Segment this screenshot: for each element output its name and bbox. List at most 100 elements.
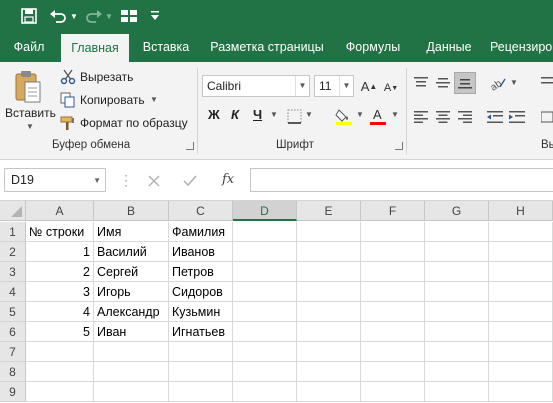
- paste-label[interactable]: Вставить: [5, 106, 56, 120]
- cell-h3[interactable]: [489, 262, 553, 282]
- row-header[interactable]: 5: [0, 302, 26, 322]
- cancel-icon[interactable]: [144, 172, 164, 190]
- cell-c3[interactable]: Петров: [169, 262, 233, 282]
- align-left-icon[interactable]: [412, 108, 430, 126]
- align-right-icon[interactable]: [456, 108, 474, 126]
- cell-e2[interactable]: [297, 242, 361, 262]
- font-color-icon[interactable]: A: [368, 106, 388, 126]
- cut-icon[interactable]: [60, 69, 76, 85]
- cell-b2[interactable]: Василий: [94, 242, 169, 262]
- cell-d7[interactable]: [233, 342, 297, 362]
- cell-a2[interactable]: 1: [26, 242, 94, 262]
- underline-button[interactable]: Ч: [253, 107, 262, 122]
- cell-d6[interactable]: [233, 322, 297, 342]
- cell-f2[interactable]: [361, 242, 425, 262]
- decrease-indent-icon[interactable]: [486, 108, 504, 126]
- cell-a1[interactable]: № строки: [26, 222, 94, 242]
- cell-e1[interactable]: [297, 222, 361, 242]
- cell-a3[interactable]: 2: [26, 262, 94, 282]
- cell-a9[interactable]: [26, 382, 94, 402]
- cell-d5[interactable]: [233, 302, 297, 322]
- cell-h1[interactable]: [489, 222, 553, 242]
- column-header-e[interactable]: E: [297, 201, 361, 221]
- cell-b7[interactable]: [94, 342, 169, 362]
- row-header[interactable]: 9: [0, 382, 26, 402]
- font-color-dropdown-icon[interactable]: ▼: [391, 110, 399, 119]
- orientation-icon[interactable]: ab: [486, 74, 508, 92]
- column-header-a[interactable]: A: [26, 201, 94, 221]
- underline-dropdown-icon[interactable]: ▼: [270, 110, 278, 119]
- borders-dropdown-icon[interactable]: ▼: [305, 110, 313, 119]
- cell-b6[interactable]: Иван: [94, 322, 169, 342]
- cell-c8[interactable]: [169, 362, 233, 382]
- column-header-f[interactable]: F: [361, 201, 425, 221]
- cell-a6[interactable]: 5: [26, 322, 94, 342]
- cell-d3[interactable]: [233, 262, 297, 282]
- paste-icon[interactable]: [10, 68, 46, 106]
- cell-b4[interactable]: Игорь: [94, 282, 169, 302]
- increase-font-icon[interactable]: A ▲: [360, 76, 378, 96]
- align-middle-icon[interactable]: [434, 74, 452, 92]
- row-header[interactable]: 1: [0, 222, 26, 242]
- row-header[interactable]: 8: [0, 362, 26, 382]
- row-header[interactable]: 3: [0, 262, 26, 282]
- fill-color-icon[interactable]: [334, 106, 354, 126]
- cell-f5[interactable]: [361, 302, 425, 322]
- cell-c5[interactable]: Кузьмин: [169, 302, 233, 322]
- cell-f4[interactable]: [361, 282, 425, 302]
- decrease-font-icon[interactable]: A ▼: [382, 78, 400, 98]
- cell-h2[interactable]: [489, 242, 553, 262]
- cell-c6[interactable]: Игнатьев: [169, 322, 233, 342]
- italic-button[interactable]: К: [231, 107, 239, 122]
- tab-data[interactable]: Данные: [420, 33, 478, 62]
- column-header-g[interactable]: G: [425, 201, 489, 221]
- row-header[interactable]: 6: [0, 322, 26, 342]
- align-center-icon[interactable]: [434, 108, 452, 126]
- cell-g2[interactable]: [425, 242, 489, 262]
- tab-page-layout[interactable]: Разметка страницы: [206, 33, 328, 62]
- bold-button[interactable]: Ж: [208, 107, 220, 122]
- tab-review[interactable]: Рецензиро: [490, 33, 553, 62]
- insert-function-button[interactable]: fx: [222, 172, 234, 187]
- cell-e4[interactable]: [297, 282, 361, 302]
- undo-icon[interactable]: [48, 6, 68, 26]
- cell-b1[interactable]: Имя: [94, 222, 169, 242]
- copy-label[interactable]: Копировать: [80, 93, 145, 107]
- cell-a7[interactable]: [26, 342, 94, 362]
- wrap-text-icon[interactable]: [540, 74, 553, 92]
- splitter-icon[interactable]: ⋮: [119, 172, 133, 188]
- cell-f9[interactable]: [361, 382, 425, 402]
- formula-input[interactable]: [250, 168, 553, 192]
- cell-e7[interactable]: [297, 342, 361, 362]
- column-header-h[interactable]: H: [489, 201, 553, 221]
- cell-a8[interactable]: [26, 362, 94, 382]
- tab-insert[interactable]: Вставка: [137, 33, 195, 62]
- cell-d2[interactable]: [233, 242, 297, 262]
- row-header[interactable]: 2: [0, 242, 26, 262]
- cell-c7[interactable]: [169, 342, 233, 362]
- cell-h9[interactable]: [489, 382, 553, 402]
- undo-dropdown-icon[interactable]: ▼: [69, 6, 79, 26]
- cell-a5[interactable]: 4: [26, 302, 94, 322]
- column-header-c[interactable]: C: [169, 201, 233, 221]
- cell-e6[interactable]: [297, 322, 361, 342]
- font-launcher-icon[interactable]: [395, 142, 403, 150]
- form-icon[interactable]: [118, 6, 140, 26]
- cell-b5[interactable]: Александр: [94, 302, 169, 322]
- cell-h6[interactable]: [489, 322, 553, 342]
- cell-b8[interactable]: [94, 362, 169, 382]
- cell-g3[interactable]: [425, 262, 489, 282]
- cell-a4[interactable]: 3: [26, 282, 94, 302]
- tab-home[interactable]: Главная: [61, 34, 129, 62]
- cell-b3[interactable]: Сергей: [94, 262, 169, 282]
- cell-h4[interactable]: [489, 282, 553, 302]
- cell-e9[interactable]: [297, 382, 361, 402]
- cell-c9[interactable]: [169, 382, 233, 402]
- select-all-corner[interactable]: [0, 201, 26, 221]
- increase-indent-icon[interactable]: [508, 108, 526, 126]
- cell-f6[interactable]: [361, 322, 425, 342]
- format-painter-icon[interactable]: [60, 115, 76, 131]
- font-name-select[interactable]: Calibri ▼: [202, 75, 310, 97]
- cut-label[interactable]: Вырезать: [80, 70, 133, 84]
- enter-icon[interactable]: [180, 172, 200, 190]
